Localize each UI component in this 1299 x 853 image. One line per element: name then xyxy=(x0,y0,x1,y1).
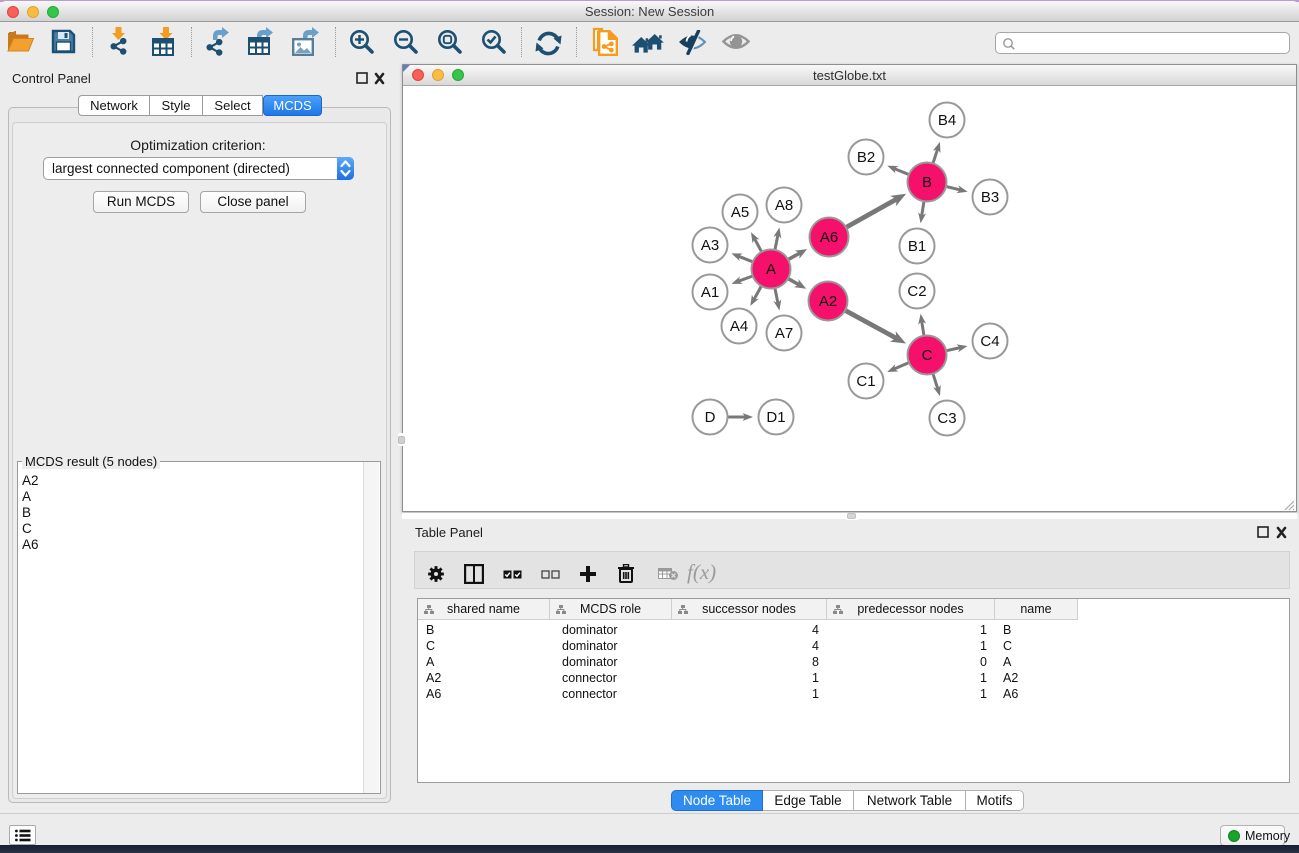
svg-text:A1: A1 xyxy=(701,284,719,301)
svg-text:B1: B1 xyxy=(908,238,926,255)
svg-text:f(x): f(x) xyxy=(687,563,716,584)
svg-text:B3: B3 xyxy=(981,189,999,206)
svg-text:A6: A6 xyxy=(820,229,838,246)
svg-text:A8: A8 xyxy=(775,197,793,214)
svg-text:D: D xyxy=(705,409,716,426)
svg-text:A7: A7 xyxy=(775,325,793,342)
svg-text:B4: B4 xyxy=(938,112,956,129)
svg-text:A3: A3 xyxy=(701,237,719,254)
svg-text:C3: C3 xyxy=(937,410,956,427)
svg-text:D1: D1 xyxy=(766,409,785,426)
svg-text:C1: C1 xyxy=(856,373,875,390)
svg-text:A2: A2 xyxy=(819,293,837,310)
svg-text:C: C xyxy=(922,347,933,364)
svg-text:A4: A4 xyxy=(730,318,748,335)
svg-text:A: A xyxy=(766,261,776,278)
svg-text:B2: B2 xyxy=(857,149,875,166)
svg-text:C2: C2 xyxy=(907,283,926,300)
svg-text:C4: C4 xyxy=(980,333,999,350)
svg-text:B: B xyxy=(922,174,932,191)
svg-text:A5: A5 xyxy=(731,204,749,221)
